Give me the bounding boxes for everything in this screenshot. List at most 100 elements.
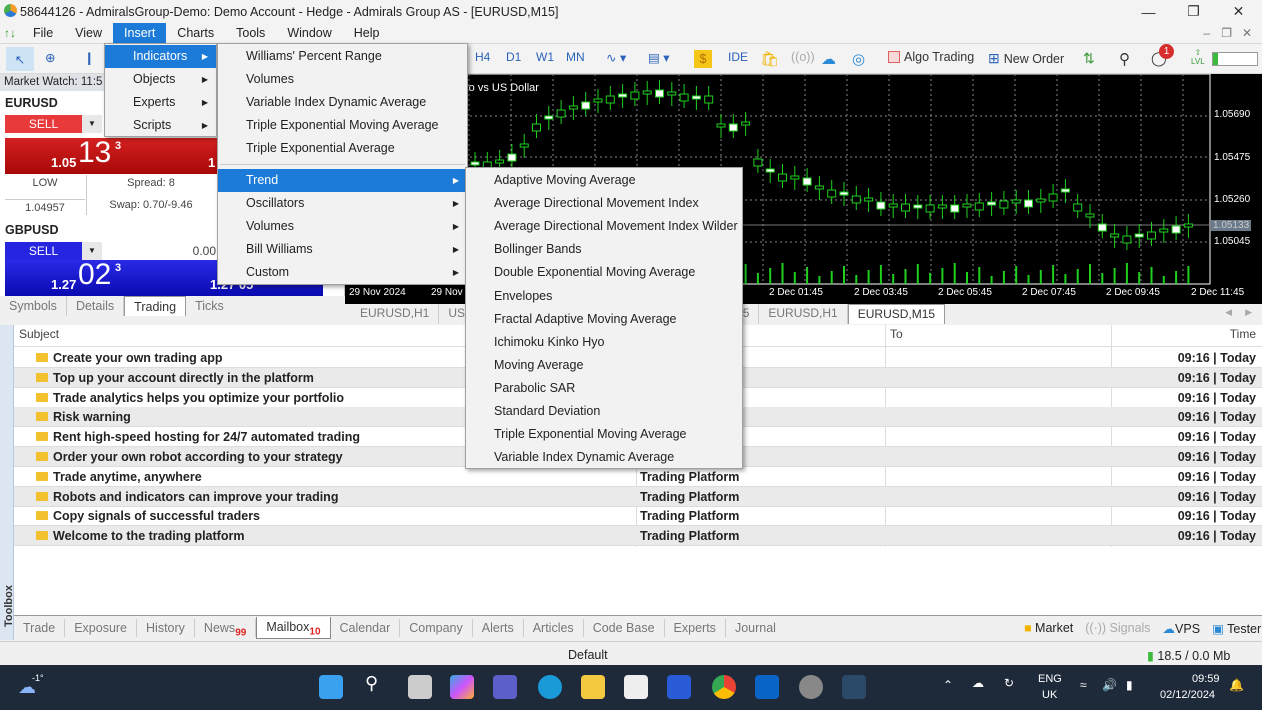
child-restore-button[interactable]: ❐	[1221, 26, 1232, 40]
menu-file[interactable]: File	[22, 23, 64, 43]
menu-item-bill-williams[interactable]: Bill Williams ▶	[218, 238, 467, 261]
symbol-gbpusd[interactable]: GBPUSD	[5, 223, 58, 237]
wifi-icon[interactable]: ≈	[1080, 678, 1087, 692]
file-explorer-icon[interactable]	[581, 675, 605, 699]
symbol-eurusd[interactable]: EURUSD	[5, 96, 58, 110]
lot-size-input[interactable]: 0.00	[104, 242, 218, 260]
tab-mailbox[interactable]: Mailbox10	[256, 617, 331, 639]
indicator-recent[interactable]: Triple Exponential Moving Average	[218, 114, 467, 137]
tab-code-base[interactable]: Code Base	[584, 619, 665, 637]
gbpusd-bid-price[interactable]: 1.27 02 3	[5, 258, 163, 296]
indicator-recent[interactable]: Williams' Percent Range	[218, 45, 467, 68]
column-subject[interactable]: Subject	[19, 327, 59, 341]
tab-trading[interactable]: Trading	[124, 296, 187, 316]
tab-calendar[interactable]: Calendar	[331, 619, 401, 637]
timeframe-mn[interactable]: MN	[566, 50, 585, 64]
menu-window[interactable]: Window	[276, 23, 342, 43]
menu-item-trend[interactable]: Trend ▶	[218, 169, 467, 192]
clock-date[interactable]: 02/12/2024	[1160, 689, 1215, 701]
tab-news[interactable]: News99	[195, 619, 257, 639]
close-button[interactable]: ✕	[1216, 0, 1261, 23]
tab-experts[interactable]: Experts	[665, 619, 726, 637]
tab-exposure[interactable]: Exposure	[65, 619, 138, 637]
notifications-icon[interactable]: ◯ 1	[1151, 44, 1174, 67]
trend-indicator-item[interactable]: Standard Deviation	[466, 400, 742, 423]
menu-charts[interactable]: Charts	[166, 23, 225, 43]
clock-time[interactable]: 09:59	[1192, 673, 1220, 685]
indicator-recent[interactable]: Variable Index Dynamic Average	[218, 91, 467, 114]
region-indicator[interactable]: UK	[1042, 689, 1057, 701]
tab-history[interactable]: History	[137, 619, 195, 637]
cursor-tool-icon[interactable]: ↖	[6, 47, 34, 71]
chart-tab-eurusd-h1-2[interactable]: EURUSD,H1	[759, 304, 848, 324]
level-icon[interactable]: ⇧ LVL	[1191, 48, 1205, 66]
child-minimize-button[interactable]: –	[1203, 26, 1210, 40]
task-view-icon[interactable]	[408, 675, 432, 699]
mail-row[interactable]: Copy signals of successful traders Tradin…	[14, 506, 1262, 527]
vertical-line-tool-icon[interactable]: ❙	[84, 50, 94, 65]
onedrive-icon[interactable]: ☁	[972, 676, 984, 690]
trend-indicator-item[interactable]: Triple Exponential Moving Average	[466, 423, 742, 446]
trend-indicator-item[interactable]: Bollinger Bands	[466, 238, 742, 261]
vps-link[interactable]: ☁VPS	[1163, 621, 1201, 636]
app-icon[interactable]	[667, 675, 691, 699]
menu-item-experts[interactable]: Experts ▶	[105, 91, 216, 114]
eurusd-sell-button[interactable]: SELL	[5, 115, 82, 133]
notification-bell-icon[interactable]: 🔔	[1229, 678, 1244, 692]
crosshair-tool-icon[interactable]: ⊕	[45, 50, 55, 65]
tab-alerts[interactable]: Alerts	[473, 619, 524, 637]
ide-button[interactable]: IDE	[728, 50, 748, 64]
edge-icon[interactable]	[538, 675, 562, 699]
trend-indicator-item[interactable]: Envelopes	[466, 285, 742, 308]
trend-indicator-item[interactable]: Double Exponential Moving Average	[466, 261, 742, 284]
indicator-line-icon[interactable]: ∿ ▾	[606, 50, 626, 65]
tab-symbols[interactable]: Symbols	[0, 296, 67, 316]
outlook-icon[interactable]	[755, 675, 779, 699]
menu-help[interactable]: Help	[343, 23, 391, 43]
chrome-icon[interactable]	[712, 675, 736, 699]
gbpusd-sell-button[interactable]: SELL	[5, 242, 82, 260]
menu-item-indicators[interactable]: Indicators ▶	[105, 45, 216, 68]
timeframe-h4[interactable]: H4	[475, 50, 490, 64]
signals-link[interactable]: ((·)) Signals	[1085, 621, 1150, 636]
toolbox-side-label[interactable]: Toolbox	[0, 325, 15, 640]
search-icon[interactable]: ⚲	[1119, 50, 1130, 68]
ms-store-icon[interactable]	[624, 675, 648, 699]
trend-indicator-item[interactable]: Adaptive Moving Average	[466, 169, 742, 192]
radar-add-icon[interactable]: ◎	[852, 50, 865, 68]
timeframe-w1[interactable]: W1	[536, 50, 554, 64]
settings-icon[interactable]	[799, 675, 823, 699]
mail-row[interactable]: Robots and indicators can improve your t…	[14, 486, 1262, 507]
restore-button[interactable]: ❐	[1171, 0, 1216, 23]
sync-icon[interactable]: ↻	[1004, 676, 1014, 690]
trend-indicator-item[interactable]: Fractal Adaptive Moving Average	[466, 308, 742, 331]
market-bag-icon[interactable]: 🛍	[760, 50, 779, 68]
tab-trade[interactable]: Trade	[14, 619, 66, 637]
algo-trading-button[interactable]: Algo Trading	[888, 50, 974, 64]
indicator-recent[interactable]: Triple Exponential Average	[218, 137, 467, 160]
minimize-button[interactable]: —	[1126, 0, 1171, 23]
vps-cloud-icon[interactable]: ☁	[821, 50, 836, 68]
trend-indicator-item[interactable]: Variable Index Dynamic Average	[466, 446, 742, 469]
mail-row[interactable]: Welcome to the trading platform Trading P…	[14, 526, 1262, 547]
tab-journal[interactable]: Journal	[726, 619, 785, 637]
new-order-button[interactable]: ⊞ New Order	[988, 50, 1064, 67]
menu-insert[interactable]: Insert	[113, 23, 167, 43]
start-icon[interactable]	[319, 675, 343, 699]
metatrader-icon[interactable]	[842, 675, 866, 699]
copilot-icon[interactable]	[450, 675, 474, 699]
indicator-recent[interactable]: Volumes	[218, 68, 467, 91]
trend-indicator-item[interactable]: Average Directional Movement Index Wilde…	[466, 215, 742, 238]
menu-item-oscillators[interactable]: Oscillators ▶	[218, 192, 467, 215]
tab-ticks[interactable]: Ticks	[186, 296, 233, 316]
volume-icon[interactable]: 🔊	[1102, 678, 1117, 692]
signals-icon[interactable]: ((o))	[791, 50, 815, 64]
menu-item-custom[interactable]: Custom ▶	[218, 261, 467, 284]
chart-tab-eurusd-m15[interactable]: EURUSD,M15	[847, 304, 946, 324]
trend-indicator-item[interactable]: Ichimoku Kinko Hyo	[466, 331, 742, 354]
menu-item-objects[interactable]: Objects ▶	[105, 68, 216, 91]
menu-item-scripts[interactable]: Scripts ▶	[105, 114, 216, 137]
tab-company[interactable]: Company	[400, 619, 473, 637]
column-time[interactable]: Time	[1230, 327, 1256, 341]
dollar-icon[interactable]: $	[694, 50, 712, 68]
